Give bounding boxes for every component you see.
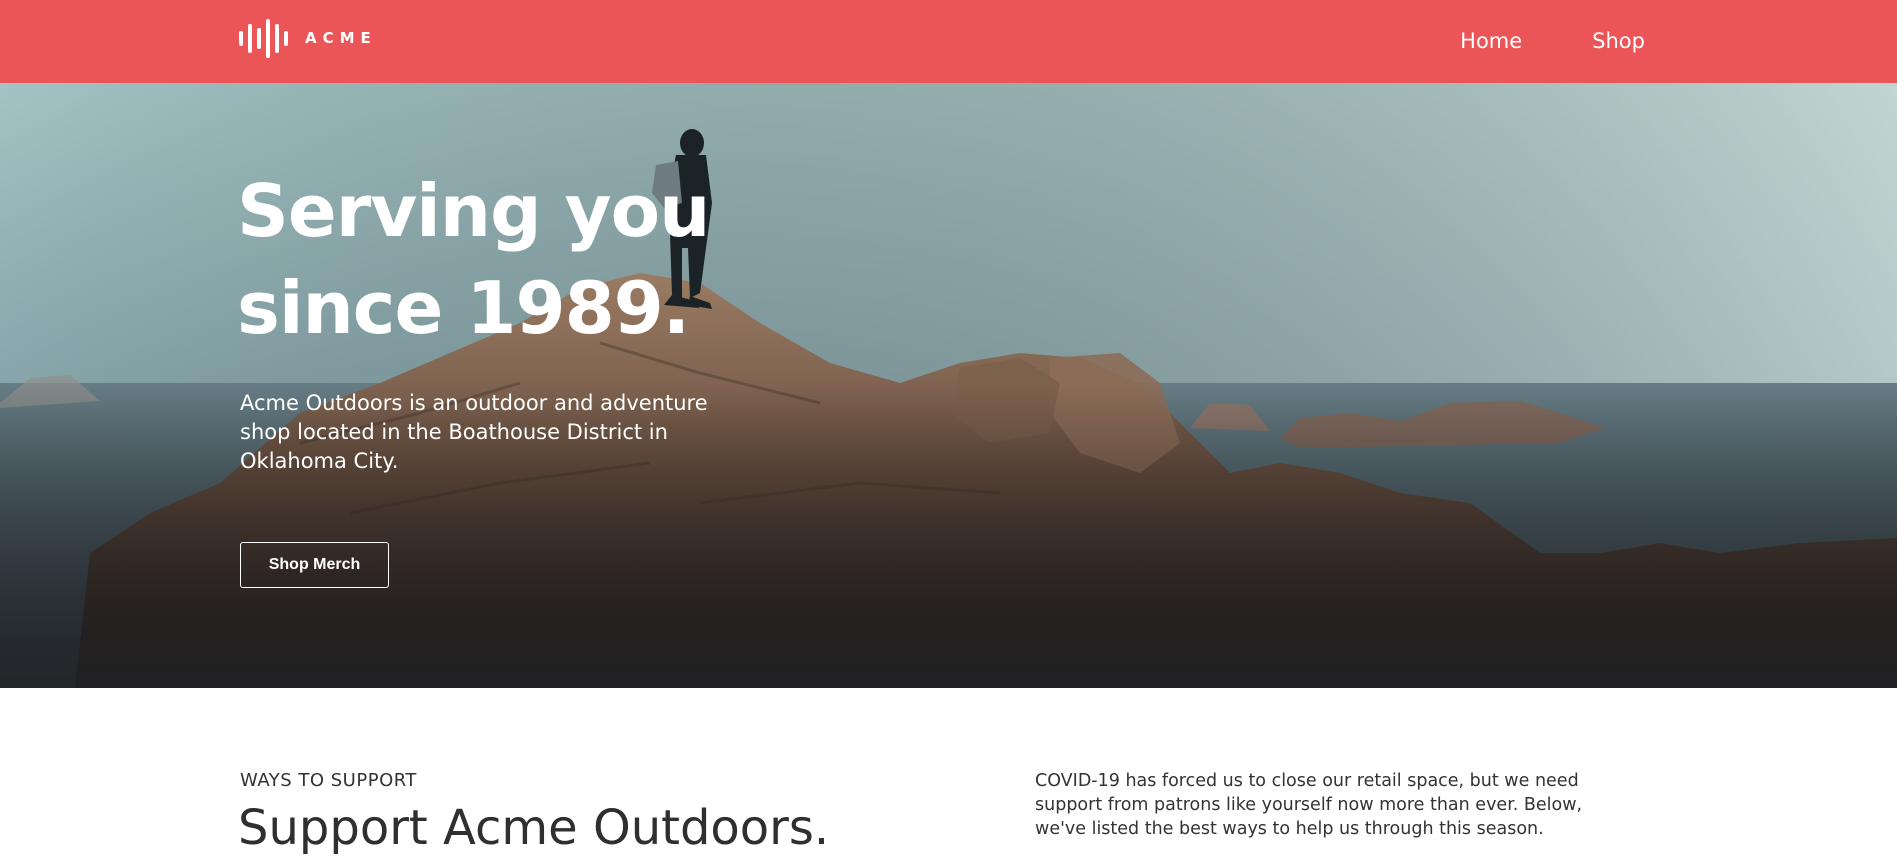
hero-title: Serving you since 1989.: [237, 169, 710, 350]
sound-wave-logo-icon: [239, 19, 288, 58]
shop-merch-button[interactable]: Shop Merch: [240, 542, 389, 588]
main-nav: Home Shop: [1460, 26, 1645, 56]
support-title: Support Acme Outdoors.: [238, 800, 830, 856]
brand-name: ACME: [305, 29, 377, 47]
hero-description: Acme Outdoors is an outdoor and adventur…: [240, 391, 708, 473]
support-description: COVID-19 has forced us to close our reta…: [1035, 771, 1583, 839]
support-eyebrow: WAYS TO SUPPORT: [240, 770, 417, 791]
site-header: ACME Home Shop: [0, 0, 1897, 83]
hero-section: Serving you since 1989. Acme Outdoors is…: [0, 83, 1897, 688]
nav-link-home[interactable]: Home: [1460, 26, 1522, 56]
nav-link-shop[interactable]: Shop: [1592, 26, 1645, 56]
brand-logo[interactable]: ACME: [239, 18, 377, 58]
